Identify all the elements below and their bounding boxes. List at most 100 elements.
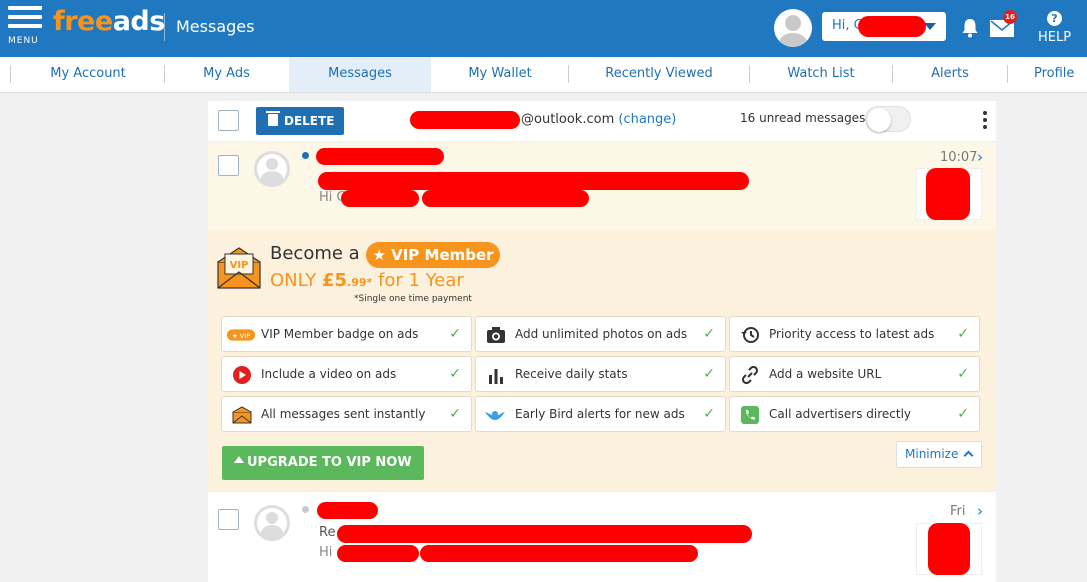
logo-part-ads: ads [112, 6, 166, 37]
minimize-button[interactable]: Minimize [896, 441, 982, 468]
price-small: .99* [347, 276, 373, 289]
unread-count: 16 unread messages [740, 111, 866, 125]
nav-separator [10, 65, 11, 83]
avatar-head [266, 512, 278, 524]
check-icon: ✓ [449, 406, 461, 422]
page-title: Messages [176, 17, 255, 36]
message-checkbox[interactable] [218, 155, 239, 176]
vip-note: *Single one time payment [354, 294, 472, 304]
check-icon: ✓ [957, 326, 969, 342]
redacted-thumbnail [928, 523, 970, 575]
account-nav: My Account My Ads Messages My Wallet Rec… [0, 57, 1087, 93]
play-icon [233, 366, 251, 384]
kebab-dot [983, 125, 987, 129]
select-all-checkbox[interactable] [218, 110, 239, 131]
delete-button[interactable]: DELETE [256, 107, 344, 135]
avatar-body [779, 33, 807, 47]
top-header: MENU freeads Messages Hi, C 16 ? HELP [0, 0, 1087, 57]
nav-item-recently-viewed[interactable]: Recently Viewed [569, 57, 749, 92]
check-icon: ✓ [957, 406, 969, 422]
vip-price: ONLY £5.99* for 1 Year [270, 270, 464, 291]
trash-icon [266, 111, 280, 126]
price-prefix: ONLY [270, 270, 322, 291]
hamburger-icon [8, 6, 42, 10]
vip-envelope-icon: VIP [217, 247, 261, 289]
price-main: £5 [322, 270, 348, 291]
redacted-snippet [422, 190, 589, 207]
message-snippet: Hi [319, 545, 333, 560]
avatar-head [266, 158, 278, 170]
vip-badge-text: ★ VIP [232, 332, 250, 340]
redacted-subject [318, 172, 749, 190]
avatar-body [261, 171, 283, 187]
sender-avatar [254, 151, 290, 187]
feature-instant-messages: All messages sent instantly ✓ [221, 396, 472, 432]
bar-chart-icon [489, 369, 503, 384]
nav-item-alerts[interactable]: Alerts [893, 57, 1007, 92]
bird-icon [485, 411, 505, 420]
nav-item-my-wallet[interactable]: My Wallet [432, 57, 568, 92]
menu-label: MENU [8, 36, 39, 46]
user-avatar[interactable] [774, 9, 812, 47]
message-checkbox[interactable] [218, 509, 239, 530]
redacted-sender [316, 148, 444, 165]
nav-item-profile[interactable]: Profile [1034, 57, 1087, 92]
sender-avatar [254, 505, 290, 541]
check-icon: ✓ [449, 326, 461, 342]
hamburger-bar [8, 24, 42, 28]
minimize-label: Minimize [905, 447, 959, 461]
feature-label: All messages sent instantly [261, 407, 426, 421]
price-suffix: for 1 Year [372, 270, 464, 291]
vip-badge-icon: ★ VIP [226, 329, 256, 341]
nav-item-watch-list[interactable]: Watch List [750, 57, 892, 92]
chevron-right-icon[interactable]: › [977, 148, 983, 166]
freeads-logo[interactable]: freeads [53, 6, 165, 37]
check-icon: ✓ [449, 366, 461, 382]
change-email-link[interactable]: (change) [618, 112, 676, 127]
email-suffix: @outlook.com [521, 112, 615, 127]
vip-envelope-text: VIP [230, 260, 249, 271]
message-subject: Re [319, 525, 336, 540]
more-options-icon[interactable] [983, 111, 989, 131]
history-icon [741, 327, 759, 343]
email-address: @outlook.com (change) [521, 112, 676, 127]
feature-video: Include a video on ads ✓ [221, 356, 472, 392]
feature-unlimited-photos: Add unlimited photos on ads ✓ [475, 316, 726, 352]
nav-item-my-ads[interactable]: My Ads [165, 57, 288, 92]
message-row[interactable]: Re Hi Fri › [208, 493, 996, 582]
redacted-snippet [420, 545, 698, 562]
feature-vip-badge: ★ VIP VIP Member badge on ads ✓ [221, 316, 472, 352]
notification-badge: 16 [1003, 10, 1017, 24]
feature-priority-access: Priority access to latest ads ✓ [729, 316, 980, 352]
feature-label: Add unlimited photos on ads [515, 327, 688, 341]
kebab-dot [983, 118, 987, 122]
bell-icon[interactable] [961, 18, 979, 38]
nav-item-messages[interactable]: Messages [289, 57, 431, 92]
help-label[interactable]: HELP [1038, 30, 1071, 45]
redacted-snippet [341, 190, 419, 207]
check-icon: ✓ [957, 366, 969, 382]
feature-label: Receive daily stats [515, 367, 628, 381]
redacted-snippet [337, 545, 419, 562]
hamburger-bar [8, 15, 42, 19]
message-time: Fri [950, 504, 966, 519]
check-icon: ✓ [703, 366, 715, 382]
up-arrow-icon [234, 456, 244, 463]
chevron-right-icon[interactable]: › [977, 502, 983, 520]
redacted-subject [337, 525, 752, 543]
check-icon: ✓ [703, 326, 715, 342]
avatar-head [785, 15, 801, 31]
read-dot [302, 506, 309, 513]
nav-item-my-account[interactable]: My Account [12, 57, 164, 92]
feature-website-url: Add a website URL ✓ [729, 356, 980, 392]
camera-icon [487, 327, 505, 343]
message-row[interactable]: Hi C 10:07 › [208, 141, 996, 230]
unread-toggle[interactable] [865, 106, 911, 132]
phone-icon [741, 406, 759, 424]
upgrade-to-vip-button[interactable]: UPGRADE TO VIP NOW >> [222, 446, 424, 504]
messages-panel: DELETE @outlook.com (change) 16 unread m… [208, 101, 996, 582]
feature-label: VIP Member badge on ads [261, 327, 419, 341]
feature-label: Add a website URL [769, 367, 882, 381]
help-icon[interactable]: ? [1047, 11, 1062, 26]
menu-button[interactable]: MENU [8, 6, 42, 46]
